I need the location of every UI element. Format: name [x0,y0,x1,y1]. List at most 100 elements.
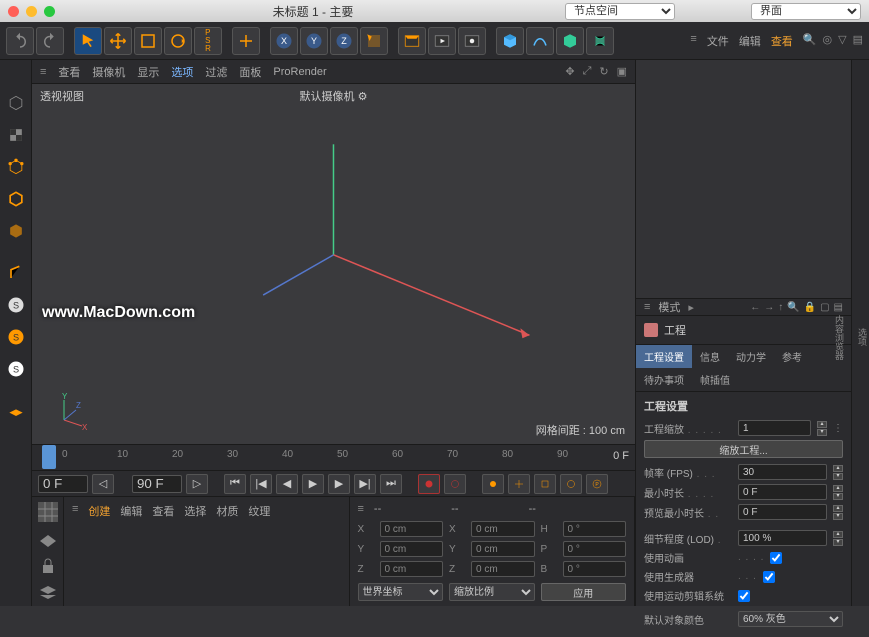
add-generator-button[interactable] [556,27,584,55]
move-axis-tool[interactable] [232,27,260,55]
mindur-field[interactable] [738,484,827,500]
tab-project-settings[interactable]: 工程设置 [636,345,692,368]
move-tool[interactable] [104,27,132,55]
render-settings-button[interactable] [458,27,486,55]
next-key-button[interactable]: ▶| [354,474,376,494]
lod-field[interactable] [738,530,827,546]
file-menu[interactable]: 文件 [707,33,729,49]
mat-grid-icon[interactable] [34,500,62,523]
apply-button[interactable]: 应用 [541,583,627,601]
nav-fwd-icon[interactable]: → [764,302,774,313]
mat-texture-menu[interactable]: 纹理 [248,503,270,519]
edge-mode-button[interactable] [2,185,30,213]
coord-b-field[interactable] [563,561,627,577]
mat-layers-icon[interactable] [34,582,62,605]
tab-todo[interactable]: 待办事项 [636,368,692,391]
search-icon[interactable]: 🔍 [803,33,817,49]
redo-button[interactable] [36,27,64,55]
coord-y-field[interactable] [471,541,535,557]
scale-field[interactable] [738,420,811,436]
key-move-button[interactable] [508,474,530,494]
attr-list-icon[interactable]: ▤ [834,302,843,313]
snap-s-button[interactable]: S [2,291,30,319]
vp-move-icon[interactable]: ✥ [565,65,574,78]
timeline-ruler[interactable]: 0 F 0102030405060708090 [32,444,635,470]
vp-display-menu[interactable]: 显示 [137,64,159,80]
edit-menu[interactable]: 编辑 [739,33,761,49]
key-options-button[interactable] [482,474,504,494]
tab-dynamics[interactable]: 动力学 [728,345,774,368]
vp-panel-menu[interactable]: 面板 [239,64,261,80]
object-manager-empty[interactable] [636,60,851,298]
defcolor-select[interactable]: 60% 灰色 [738,611,843,627]
vp-zoom-icon[interactable]: ⤢ [583,65,592,78]
snap-s3-button[interactable]: S [2,355,30,383]
zoom-window-button[interactable] [44,6,55,17]
mat-select-menu[interactable]: 选择 [184,503,206,519]
filter-icon[interactable]: ▽ [838,33,846,49]
prevmin-field[interactable] [738,504,827,520]
coord-x-field[interactable] [380,521,444,537]
key-rotate-button[interactable] [560,474,582,494]
mat-view-menu[interactable]: 查看 [152,503,174,519]
y-axis-toggle[interactable]: Y [300,27,328,55]
play-button[interactable]: ▶ [302,474,324,494]
range-handle-right[interactable]: ▷ [186,474,208,494]
vp-view-menu[interactable]: 查看 [58,64,80,80]
z-axis-toggle[interactable]: Z [330,27,358,55]
viewport[interactable]: 透视视图 默认摄像机 ⚙ Y X Z www.MacDown.com 网格间距 … [32,84,635,444]
eye-icon[interactable]: ◎ [823,33,833,49]
undo-button[interactable] [6,27,34,55]
start-frame-field[interactable] [38,475,88,493]
vp-prorender-menu[interactable]: ProRender [273,66,326,78]
mat-create-menu[interactable]: 创建 [88,503,110,519]
list-icon[interactable]: ▤ [853,33,863,49]
poly-mode-button[interactable] [2,217,30,245]
coord-system-button[interactable] [360,27,388,55]
mat-edit-menu[interactable]: 编辑 [120,503,142,519]
side-tabs[interactable]: 选项内容浏览器 [851,60,869,606]
prev-frame-button[interactable]: ◀ [276,474,298,494]
vp-filter-menu[interactable]: 过滤 [205,64,227,80]
add-deformer-button[interactable] [586,27,614,55]
node-space-select[interactable]: 节点空间 [565,3,675,20]
model-mode-button[interactable] [2,89,30,117]
autokey-button[interactable] [444,474,466,494]
tab-info[interactable]: 信息 [692,345,728,368]
psr-tool[interactable]: PSR [194,27,222,55]
attr-lock-icon[interactable]: 🔒 [804,302,816,313]
range-handle-left[interactable]: ◁ [92,474,114,494]
coord-h-field[interactable] [563,521,627,537]
view-menu[interactable]: 查看 [771,33,793,49]
vp-rotate-icon[interactable]: ↻ [599,65,608,78]
goto-start-button[interactable]: ⏮ [224,474,246,494]
minimize-window-button[interactable] [26,6,37,17]
unit-icon[interactable]: ⋮ [833,423,843,434]
mat-lock-icon[interactable] [34,555,62,578]
coord-system-select[interactable]: 世界坐标 [358,583,444,601]
nav-back-icon[interactable]: ← [750,302,760,313]
add-cube-button[interactable] [496,27,524,55]
coord-p-field[interactable] [563,541,627,557]
coord-z-field[interactable] [380,561,444,577]
texture-mode-button[interactable] [2,121,30,149]
workplane-button[interactable] [2,397,30,425]
scale-tool[interactable] [134,27,162,55]
vp-options-menu[interactable]: 选项 [171,64,193,80]
select-tool[interactable] [74,27,102,55]
render-button[interactable] [398,27,426,55]
spin-up[interactable]: ▴ [817,421,827,428]
fps-field[interactable] [738,464,827,480]
snap-s2-button[interactable]: S [2,323,30,351]
nav-up-icon[interactable]: ↑ [778,302,783,313]
x-axis-toggle[interactable]: X [270,27,298,55]
attr-new-icon[interactable]: ▢ [820,302,829,313]
layout-select[interactable]: 界面 [751,3,861,20]
end-frame-field[interactable] [132,475,182,493]
coord-x-field[interactable] [471,521,535,537]
timeline-playhead[interactable] [42,445,56,469]
tab-interpolation[interactable]: 帧插值 [692,368,738,391]
vp-camera-menu[interactable]: 摄像机 [92,64,125,80]
attr-search-icon[interactable]: 🔍 [787,302,799,313]
next-frame-button[interactable]: ▶ [328,474,350,494]
